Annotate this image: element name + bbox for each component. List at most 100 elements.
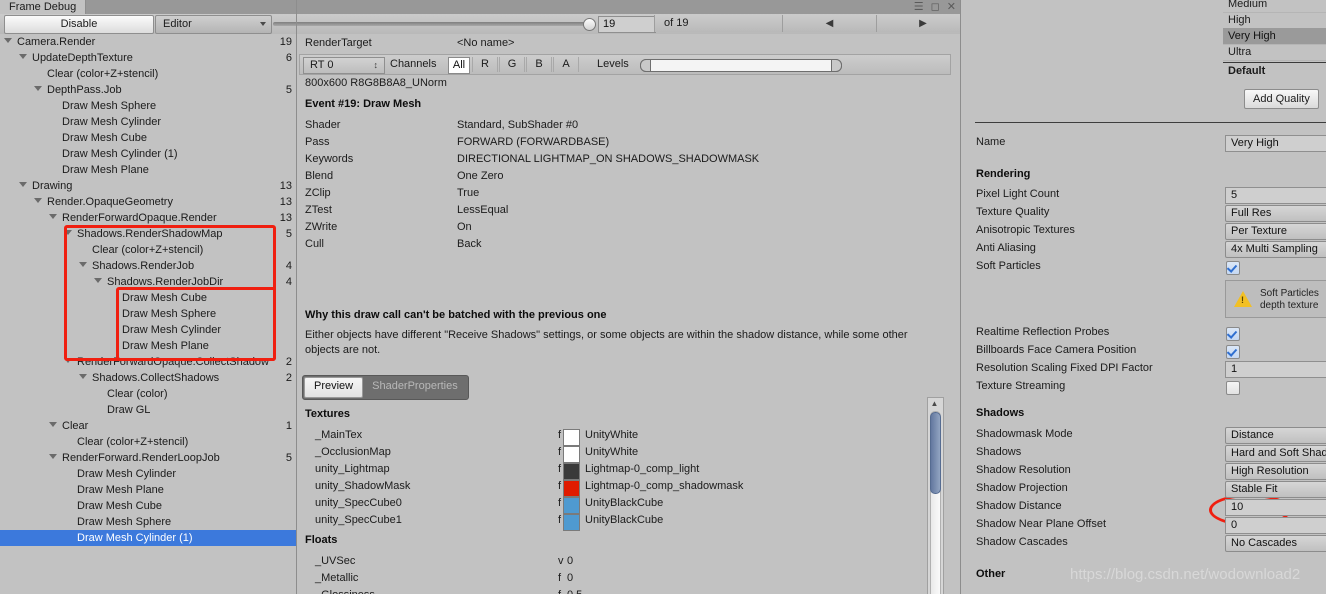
- tree-row[interactable]: RenderForwardOpaque.CollectShadow 2: [0, 354, 296, 370]
- levels-min-handle[interactable]: [640, 59, 651, 72]
- next-event-button[interactable]: ▶: [876, 15, 970, 32]
- tree-row[interactable]: Draw Mesh Plane: [0, 162, 296, 178]
- tab-preview[interactable]: Preview: [304, 377, 364, 398]
- panel-menu-icon[interactable]: ☰: [914, 1, 924, 13]
- shadow-setting-field[interactable]: 0: [1225, 517, 1326, 534]
- disable-button[interactable]: Disable: [4, 15, 154, 34]
- tab-shader-properties[interactable]: ShaderProperties: [363, 377, 467, 396]
- chevron-down-icon[interactable]: [79, 374, 87, 379]
- texture-thumbnail[interactable]: [563, 480, 580, 497]
- event-slider-knob[interactable]: [583, 18, 596, 31]
- quality-level-row[interactable]: Very High: [1223, 28, 1326, 45]
- texture-thumbnail[interactable]: [563, 429, 580, 446]
- shadow-setting-popup[interactable]: No Cascades: [1225, 535, 1326, 552]
- rendering-setting-field[interactable]: 1: [1225, 361, 1326, 378]
- rendering-setting-popup[interactable]: 4x Multi Sampling: [1225, 241, 1326, 258]
- tree-row[interactable]: Clear (color+Z+stencil): [0, 242, 296, 258]
- tree-row[interactable]: Draw Mesh Cylinder (1): [0, 146, 296, 162]
- chevron-down-icon[interactable]: [49, 422, 57, 427]
- channel-r[interactable]: R: [472, 57, 498, 72]
- chevron-down-icon[interactable]: [49, 214, 57, 219]
- shadow-setting-popup[interactable]: Distance Shadowmask: [1225, 427, 1326, 456]
- texture-thumbnail[interactable]: [563, 446, 580, 463]
- tree-row[interactable]: Draw GL: [0, 402, 296, 418]
- tree-row[interactable]: Draw Mesh Sphere: [0, 514, 296, 530]
- rendering-setting-checkbox[interactable]: [1226, 261, 1240, 275]
- chevron-down-icon[interactable]: [49, 454, 57, 459]
- tree-row[interactable]: Draw Mesh Cylinder: [0, 466, 296, 482]
- maximize-icon[interactable]: ◻: [931, 1, 940, 13]
- chevron-down-icon[interactable]: [79, 262, 87, 267]
- channel-b[interactable]: B: [526, 57, 552, 72]
- tree-row[interactable]: Clear (color): [0, 386, 296, 402]
- shadow-setting-popup[interactable]: Hard and Soft Shad: [1225, 445, 1326, 462]
- tree-row[interactable]: UpdateDepthTexture 6: [0, 50, 296, 66]
- shadow-setting-field[interactable]: 10: [1225, 499, 1326, 516]
- tree-row[interactable]: Draw Mesh Cube: [0, 130, 296, 146]
- tree-row[interactable]: Draw Mesh Cylinder: [0, 114, 296, 130]
- tree-row[interactable]: DepthPass.Job 5: [0, 82, 296, 98]
- rendering-setting-popup[interactable]: Per Texture: [1225, 223, 1326, 240]
- channel-all[interactable]: All: [448, 57, 470, 74]
- frame-event-tree[interactable]: Camera.Render 19 UpdateDepthTexture 6 Clear …: [0, 34, 296, 594]
- rendering-setting-field[interactable]: 5: [1225, 187, 1326, 204]
- chevron-down-icon[interactable]: [64, 230, 72, 235]
- close-icon[interactable]: ✕: [947, 1, 956, 13]
- shadow-setting-popup[interactable]: High Resolution: [1225, 463, 1326, 480]
- tree-row[interactable]: RenderForward.RenderLoopJob 5: [0, 450, 296, 466]
- tree-row[interactable]: Draw Mesh Sphere: [0, 306, 296, 322]
- tree-row[interactable]: Render.OpaqueGeometry 13: [0, 194, 296, 210]
- rt-select-dropdown[interactable]: RT 0 ↕: [303, 57, 385, 74]
- tree-row[interactable]: Draw Mesh Plane: [0, 482, 296, 498]
- tree-row[interactable]: Shadows.RenderJob 4: [0, 258, 296, 274]
- chevron-down-icon[interactable]: [94, 278, 102, 283]
- event-slider-track[interactable]: [273, 22, 589, 26]
- rendering-setting-checkbox[interactable]: [1226, 327, 1240, 341]
- chevron-down-icon[interactable]: [19, 54, 27, 59]
- scrollbar-thumb[interactable]: [930, 412, 941, 494]
- tree-row[interactable]: Shadows.CollectShadows 2: [0, 370, 296, 386]
- chevron-down-icon[interactable]: [4, 38, 12, 43]
- tree-row[interactable]: Draw Mesh Cylinder: [0, 322, 296, 338]
- levels-max-handle[interactable]: [831, 59, 842, 72]
- rendering-setting-checkbox[interactable]: [1226, 381, 1240, 395]
- target-dropdown[interactable]: Editor: [155, 15, 272, 34]
- tree-row[interactable]: Shadows.RenderJobDir 4: [0, 274, 296, 290]
- chevron-down-icon[interactable]: [34, 86, 42, 91]
- tree-row[interactable]: Camera.Render 19: [0, 34, 296, 50]
- tree-row[interactable]: Draw Mesh Sphere: [0, 98, 296, 114]
- channel-a[interactable]: A: [553, 57, 579, 72]
- tree-row[interactable]: Clear (color+Z+stencil): [0, 66, 296, 82]
- event-index-input[interactable]: 19: [598, 16, 656, 33]
- quality-level-row[interactable]: High: [1223, 12, 1326, 29]
- tree-row[interactable]: RenderForwardOpaque.Render 13: [0, 210, 296, 226]
- chevron-down-icon[interactable]: [64, 358, 72, 363]
- shadow-setting-popup[interactable]: Stable Fit: [1225, 481, 1326, 498]
- tree-row[interactable]: Shadows.RenderShadowMap 5: [0, 226, 296, 242]
- quality-level-row[interactable]: Ultra: [1223, 44, 1326, 61]
- tree-row[interactable]: Draw Mesh Cube: [0, 498, 296, 514]
- tree-row[interactable]: Clear 1: [0, 418, 296, 434]
- prev-event-button[interactable]: ◀: [782, 15, 877, 32]
- properties-scrollbar[interactable]: ▲ ▼: [927, 397, 944, 594]
- rendering-setting-checkbox[interactable]: [1226, 345, 1240, 359]
- texture-thumbnail[interactable]: [563, 463, 580, 480]
- tree-row[interactable]: Draw Mesh Cube: [0, 290, 296, 306]
- texture-thumbnail[interactable]: [563, 514, 580, 531]
- quality-name-field[interactable]: Very High: [1225, 135, 1326, 152]
- chevron-down-icon[interactable]: [19, 182, 27, 187]
- tree-row[interactable]: Draw Mesh Plane: [0, 338, 296, 354]
- quality-level-row[interactable]: Default: [1223, 62, 1326, 79]
- rendering-setting-popup[interactable]: Full Res: [1225, 205, 1326, 222]
- chevron-down-icon[interactable]: [34, 198, 42, 203]
- tree-row[interactable]: Drawing 13: [0, 178, 296, 194]
- add-quality-level-button[interactable]: Add Quality: [1244, 89, 1319, 109]
- texture-thumbnail[interactable]: [563, 497, 580, 514]
- levels-slider[interactable]: [640, 59, 842, 72]
- watermark: https://blog.csdn.net/wodownload2: [1070, 566, 1301, 583]
- channel-g[interactable]: G: [499, 57, 525, 72]
- tree-row[interactable]: Draw Mesh Cylinder (1): [0, 530, 296, 546]
- scroll-up-icon[interactable]: ▲: [928, 398, 941, 410]
- tree-row[interactable]: Clear (color+Z+stencil): [0, 434, 296, 450]
- tab-frame-debug[interactable]: Frame Debug: [0, 0, 87, 14]
